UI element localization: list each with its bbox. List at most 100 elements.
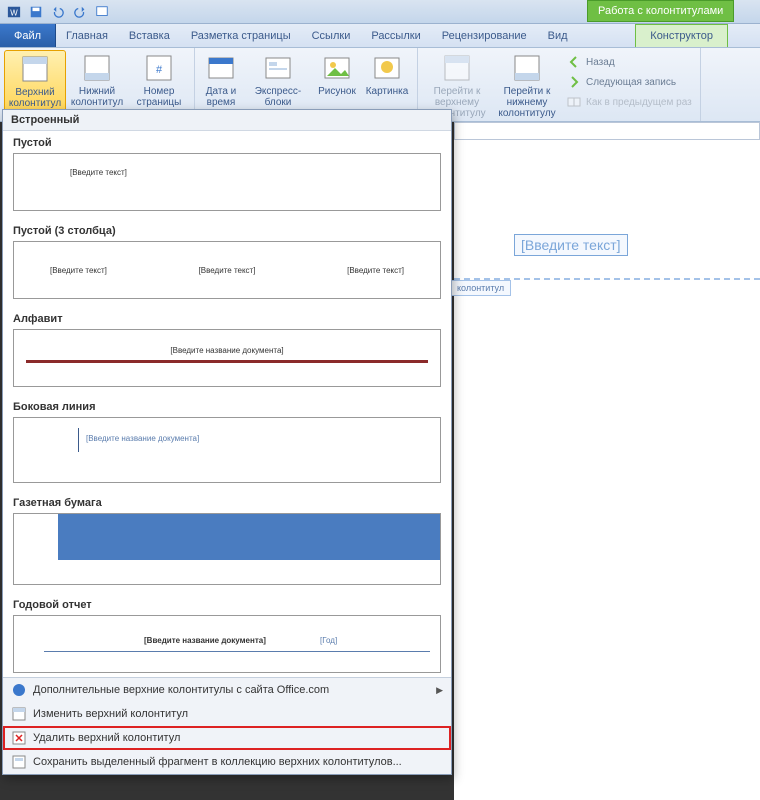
gallery-edit-header[interactable]: Изменить верхний колонтитул (3, 702, 451, 726)
preview-placeholder: [Введите название документа] (170, 346, 283, 355)
undo-icon[interactable] (48, 2, 68, 22)
preview-placeholder: [Введите текст] (347, 266, 404, 275)
datetime-button[interactable]: Дата и время (199, 50, 243, 110)
preview-placeholder: [Введите текст] (70, 168, 127, 177)
tab-view[interactable]: Вид (538, 24, 579, 47)
office-online-icon (11, 682, 27, 698)
preview-placeholder: [Введите название документа] (144, 636, 266, 645)
goto-footer-label: Перейти к нижнему колонтитулу (492, 86, 562, 119)
datetime-icon (205, 52, 237, 84)
gallery-remove-header[interactable]: Удалить верхний колонтитул (3, 726, 451, 750)
nav-next-label: Следующая запись (586, 77, 676, 88)
pagenumber-label: Номер страницы (128, 86, 190, 108)
tab-references[interactable]: Ссылки (302, 24, 362, 47)
footer-label: Нижний колонтитул (66, 86, 128, 108)
gallery-item-label: Пустой (3, 131, 451, 153)
gallery-item-label: Пустой (3 столбца) (3, 219, 451, 241)
ribbon-group-navigation: Перейти к верхнему колонтитулу Перейти к… (418, 48, 701, 121)
header-placeholder-field[interactable]: [Введите текст] (514, 234, 628, 256)
gallery-scrollpane[interactable]: Пустой [Введите текст] Пустой (3 столбца… (3, 131, 451, 677)
quickparts-button[interactable]: Экспресс-блоки (243, 50, 313, 110)
header-label: Верхний колонтитул (5, 87, 65, 109)
datetime-label: Дата и время (199, 86, 243, 108)
svg-text:#: # (156, 64, 163, 76)
save-selection-icon (11, 754, 27, 770)
svg-text:W: W (10, 8, 18, 17)
picture-button[interactable]: Рисунок (313, 50, 361, 110)
gallery-item-label: Боковая линия (3, 395, 451, 417)
gallery-menu-label: Удалить верхний колонтитул (33, 732, 180, 744)
preview-side-bar (78, 428, 79, 452)
gallery-footer-menu: Дополнительные верхние колонтитулы с сай… (3, 677, 451, 774)
nav-back-label: Назад (586, 57, 615, 68)
footer-icon (81, 52, 113, 84)
preview-color-block (58, 514, 440, 560)
nav-back-button[interactable]: Назад (566, 52, 692, 72)
link-previous-icon (566, 94, 582, 110)
preview-placeholder: [Введите название документа] (86, 434, 199, 443)
header-icon (19, 53, 51, 85)
tab-insert[interactable]: Вставка (119, 24, 181, 47)
link-previous-label: Как в предыдущем раз (586, 97, 692, 108)
preview-divider-line (26, 360, 428, 363)
document-canvas[interactable]: [Введите текст] колонтитул (454, 140, 760, 800)
gallery-item-preview-newspaper[interactable] (13, 513, 441, 585)
ribbon-nav-links: Назад Следующая запись Как в предыдущем … (562, 50, 696, 121)
picture-label: Рисунок (318, 86, 356, 97)
gallery-item-label: Газетная бумага (3, 491, 451, 513)
gallery-menu-label: Сохранить выделенный фрагмент в коллекци… (33, 756, 402, 768)
title-bar: W Работа с колонтитулами (0, 0, 760, 24)
footer-button[interactable]: Нижний колонтитул (66, 50, 128, 112)
preview-placeholder: [Введите текст] (50, 266, 107, 275)
clipart-button[interactable]: Картинка (361, 50, 413, 110)
clipart-icon (371, 52, 403, 84)
tab-pagelayout[interactable]: Разметка страницы (181, 24, 302, 47)
gallery-item-label: Годовой отчет (3, 593, 451, 615)
goto-footer-icon (511, 52, 543, 84)
tab-home[interactable]: Главная (56, 24, 119, 47)
qat-more-icon[interactable] (92, 2, 112, 22)
gallery-item-preview-sideline[interactable]: [Введите название документа] (13, 417, 441, 483)
nav-next-button[interactable]: Следующая запись (566, 72, 692, 92)
tab-designer[interactable]: Конструктор (635, 24, 728, 47)
tab-file[interactable]: Файл (0, 24, 56, 47)
edit-header-icon (11, 706, 27, 722)
gallery-menu-label: Изменить верхний колонтитул (33, 708, 188, 720)
quickparts-icon (262, 52, 294, 84)
gallery-save-selection[interactable]: Сохранить выделенный фрагмент в коллекци… (3, 750, 451, 774)
preview-extra: [Год] (320, 636, 337, 645)
link-previous-button: Как в предыдущем раз (566, 92, 692, 112)
tab-review[interactable]: Рецензирование (432, 24, 538, 47)
preview-placeholder: [Введите текст] (199, 266, 256, 275)
word-app-icon[interactable]: W (4, 2, 24, 22)
pagenumber-icon: # (143, 52, 175, 84)
gallery-menu-label: Дополнительные верхние колонтитулы с сай… (33, 684, 329, 696)
gallery-item-preview-alphabet[interactable]: [Введите название документа] (13, 329, 441, 387)
picture-icon (321, 52, 353, 84)
gallery-item-preview-blank3col[interactable]: [Введите текст] [Введите текст] [Введите… (13, 241, 441, 299)
save-icon[interactable] (26, 2, 46, 22)
horizontal-ruler[interactable] (454, 122, 760, 140)
gallery-item-preview-annual[interactable]: [Введите название документа] [Год] (13, 615, 441, 673)
gallery-more-online[interactable]: Дополнительные верхние колонтитулы с сай… (3, 678, 451, 702)
nav-back-icon (566, 54, 582, 70)
quickparts-label: Экспресс-блоки (243, 86, 313, 108)
preview-underline (44, 651, 430, 652)
pagenumber-button[interactable]: # Номер страницы (128, 50, 190, 112)
header-button[interactable]: Верхний колонтитул (4, 50, 66, 112)
tab-mailings[interactable]: Рассылки (361, 24, 431, 47)
header-region-tag: колонтитул (450, 280, 511, 296)
header-gallery-dropdown: Встроенный Пустой [Введите текст] Пустой… (2, 109, 452, 775)
gallery-item-preview-blank[interactable]: [Введите текст] (13, 153, 441, 211)
gallery-section-header: Встроенный (3, 110, 451, 131)
clipart-label: Картинка (366, 86, 409, 97)
remove-header-icon (11, 730, 27, 746)
ribbon-tabs: Файл Главная Вставка Разметка страницы С… (0, 24, 760, 48)
contextual-tab-group-label: Работа с колонтитулами (587, 0, 734, 22)
goto-footer-button[interactable]: Перейти к нижнему колонтитулу (492, 50, 562, 121)
submenu-arrow-icon: ▶ (436, 685, 443, 696)
nav-next-icon (566, 74, 582, 90)
redo-icon[interactable] (70, 2, 90, 22)
goto-header-icon (441, 52, 473, 84)
gallery-item-label: Алфавит (3, 307, 451, 329)
